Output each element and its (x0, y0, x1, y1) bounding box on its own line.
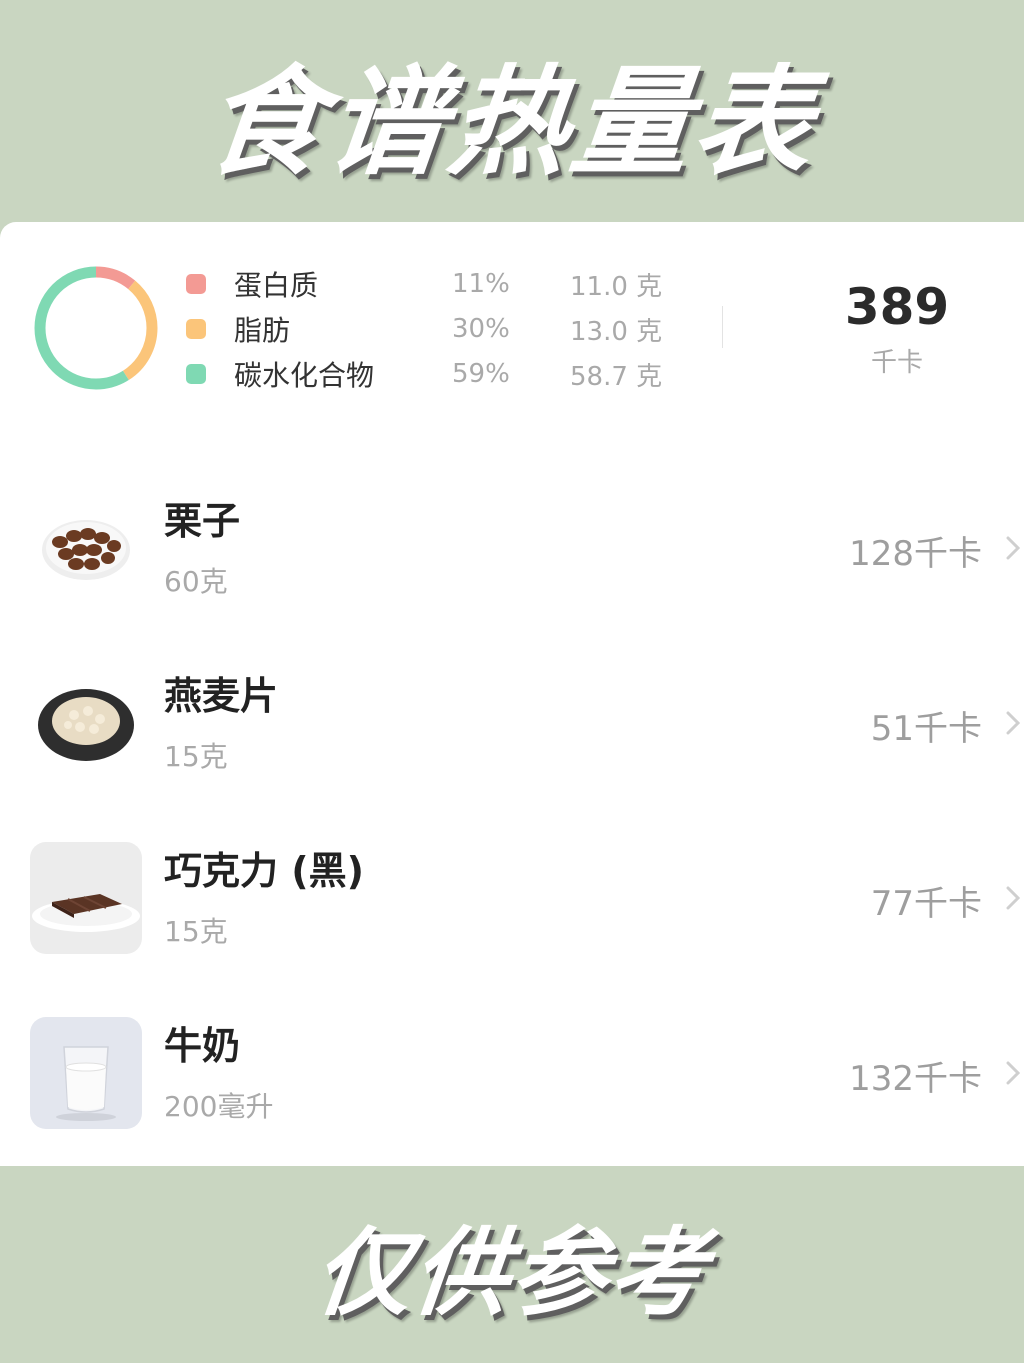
food-amount: 60克 (164, 565, 228, 598)
food-row-oatmeal[interactable]: 燕麦片 15克 51千卡 (0, 667, 1024, 842)
food-amount: 200毫升 (164, 1090, 274, 1123)
chocolate-plate-icon (30, 842, 142, 954)
food-row-chestnut[interactable]: 栗子 60克 128千卡 (0, 492, 1024, 667)
footer-note: 仅供参考 (309, 1217, 713, 1329)
macro-row-carbs: 碳水化合物 59% 58.7 克 (186, 354, 662, 394)
fat-color-dot (186, 319, 206, 339)
food-amount: 15克 (164, 915, 228, 948)
macro-name: 脂肪 (234, 314, 291, 347)
total-kcal-unit: 千卡 (870, 348, 923, 378)
food-row-chocolate[interactable]: 巧克力 (黑) 15克 77千卡 (0, 842, 1024, 1017)
food-name: 燕麦片 (164, 674, 279, 718)
oatmeal-plate-icon (30, 667, 142, 779)
food-kcal: 128千卡 (849, 534, 982, 574)
total-kcal: 389 (844, 278, 950, 336)
macro-grams: 58.7 克 (570, 361, 663, 392)
macro-percent: 59% (452, 359, 510, 389)
page-title: 食谱热量表 (198, 52, 824, 191)
food-amount: 15克 (164, 740, 228, 773)
macro-grams: 13.0 克 (570, 316, 663, 347)
summary-divider (722, 306, 723, 348)
chevron-right-icon (1006, 536, 1021, 560)
food-name: 栗子 (164, 499, 241, 543)
milk-glass-icon (30, 1017, 142, 1129)
macro-donut-chart (34, 266, 158, 390)
macro-row-protein: 蛋白质 11% 11.0 克 (186, 264, 662, 304)
chevron-right-icon (1006, 1061, 1021, 1085)
recipe-card: 蛋白质 11% 11.0 克 脂肪 30% 13.0 克 碳水化合物 59% 5… (0, 222, 1024, 1166)
macro-name: 碳水化合物 (234, 359, 375, 392)
macro-percent: 11% (452, 269, 510, 299)
chestnut-plate-icon (30, 492, 142, 604)
chevron-right-icon (1006, 886, 1021, 910)
food-kcal: 77千卡 (870, 884, 982, 924)
macro-percent: 30% (452, 314, 510, 344)
food-name: 牛奶 (164, 1024, 241, 1068)
food-kcal: 132千卡 (849, 1059, 982, 1099)
food-name: 巧克力 (黑) (164, 849, 364, 893)
protein-color-dot (186, 274, 206, 294)
food-kcal: 51千卡 (870, 709, 982, 749)
macro-grams: 11.0 克 (570, 271, 663, 302)
nutrition-summary: 蛋白质 11% 11.0 克 脂肪 30% 13.0 克 碳水化合物 59% 5… (0, 222, 1024, 432)
carbs-color-dot (186, 364, 206, 384)
macro-row-fat: 脂肪 30% 13.0 克 (186, 309, 662, 349)
chevron-right-icon (1006, 711, 1021, 735)
footer-banner: 仅供参考 (0, 1166, 1024, 1363)
title-banner: 食谱热量表 (0, 0, 1024, 222)
macro-name: 蛋白质 (234, 269, 319, 302)
